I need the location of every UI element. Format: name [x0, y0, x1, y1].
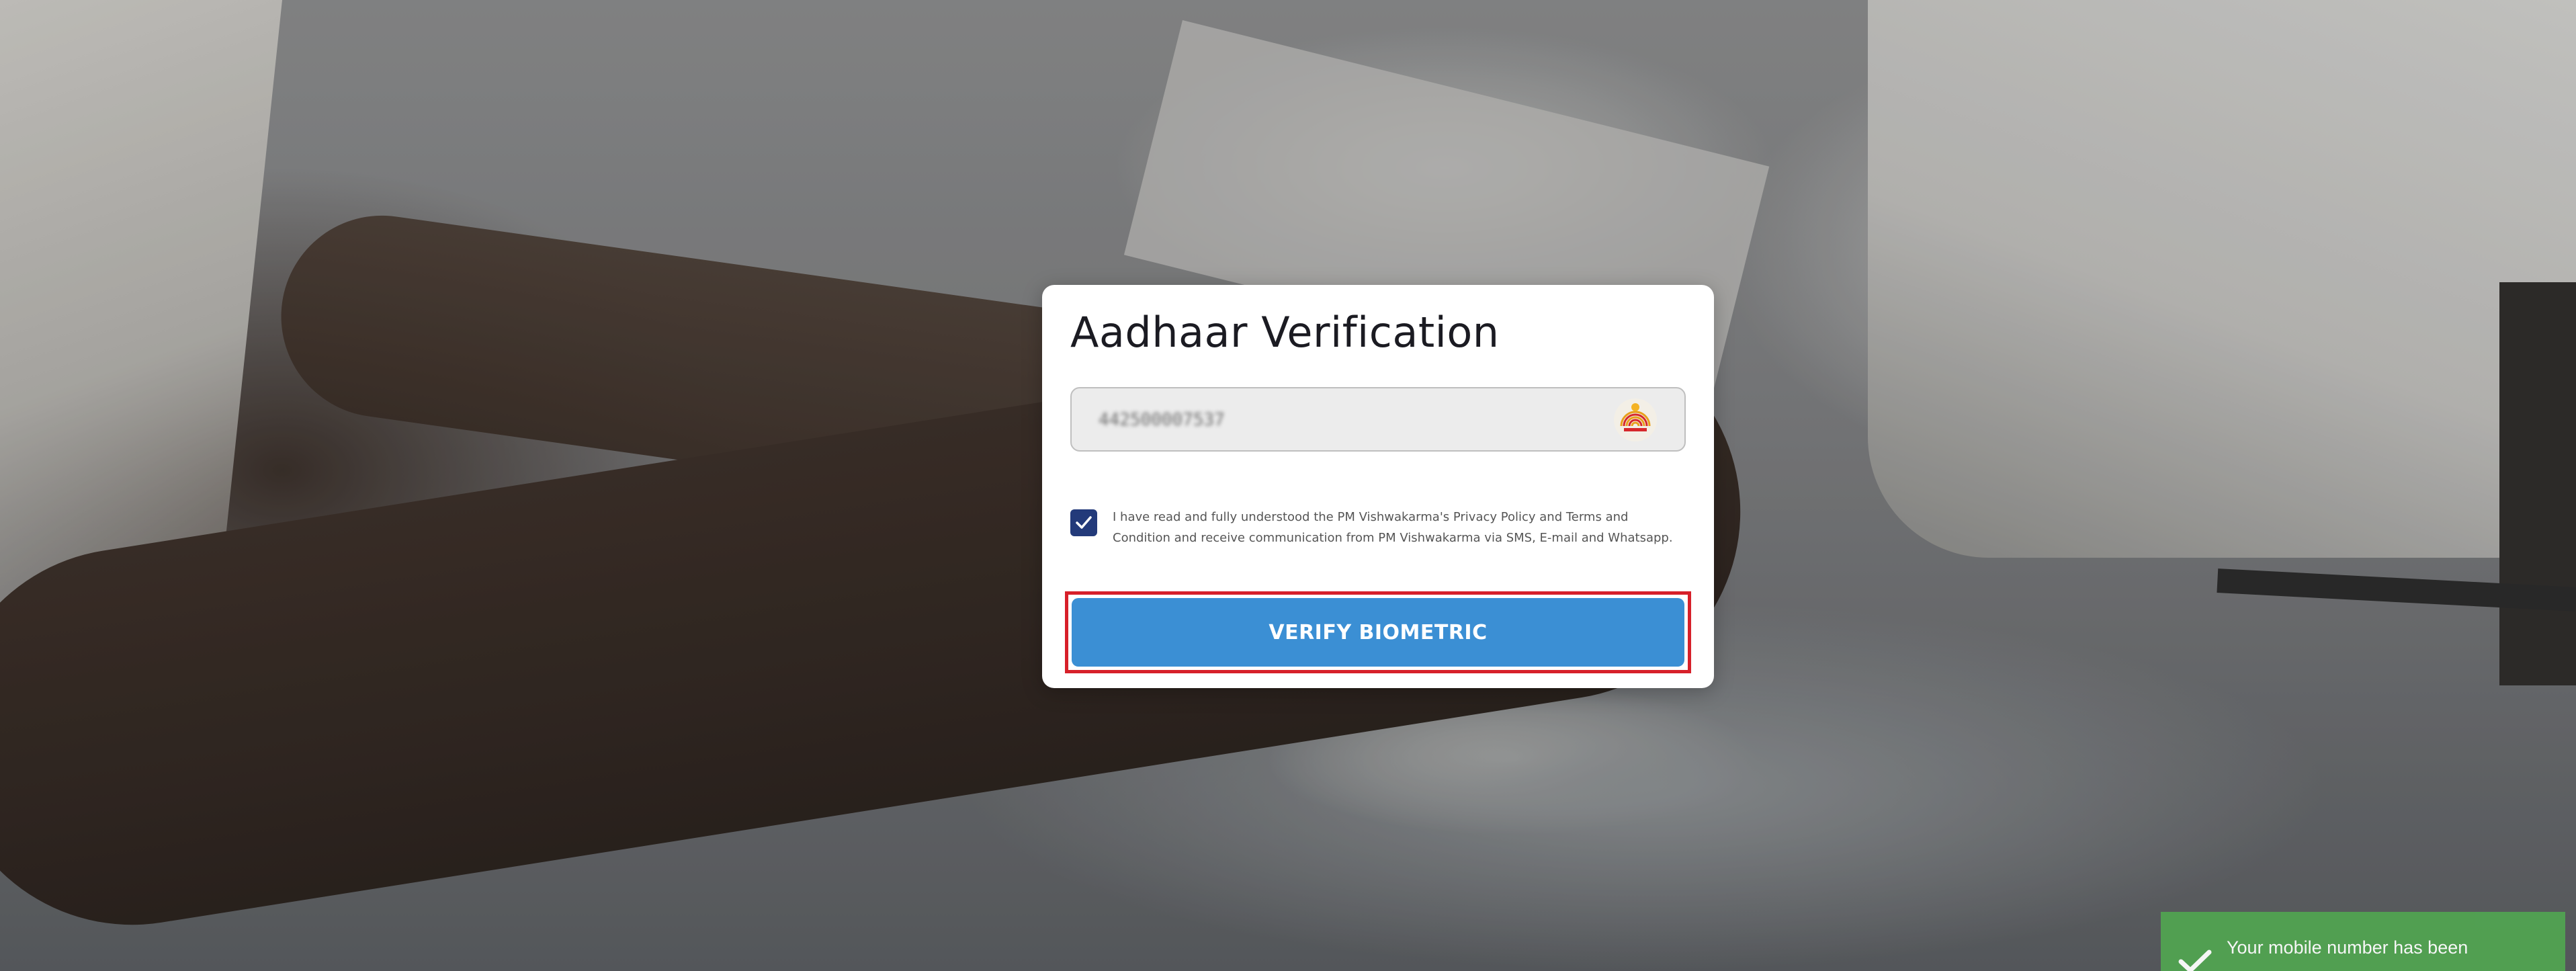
aadhaar-number-input[interactable] [1097, 400, 1597, 439]
aadhaar-logo-icon [1612, 398, 1659, 442]
page-title: Aadhaar Verification [1070, 308, 1500, 357]
consent-row: I have read and fully understood the PM … [1070, 507, 1686, 574]
aadhaar-number-field[interactable] [1070, 387, 1686, 452]
verify-button-highlight: VERIFY BIOMETRIC [1065, 591, 1691, 673]
consent-text: I have read and fully understood the PM … [1113, 510, 1673, 545]
success-toast[interactable]: Your mobile number has been [2161, 912, 2565, 971]
verify-biometric-button[interactable]: VERIFY BIOMETRIC [1072, 598, 1684, 667]
checkmark-icon [1076, 516, 1092, 529]
consent-checkbox[interactable] [1070, 509, 1097, 536]
aadhaar-verification-card: Aadhaar Verification I have read and ful… [1042, 285, 1714, 688]
check-icon [2178, 949, 2212, 971]
toast-message: Your mobile number has been [2227, 937, 2468, 958]
